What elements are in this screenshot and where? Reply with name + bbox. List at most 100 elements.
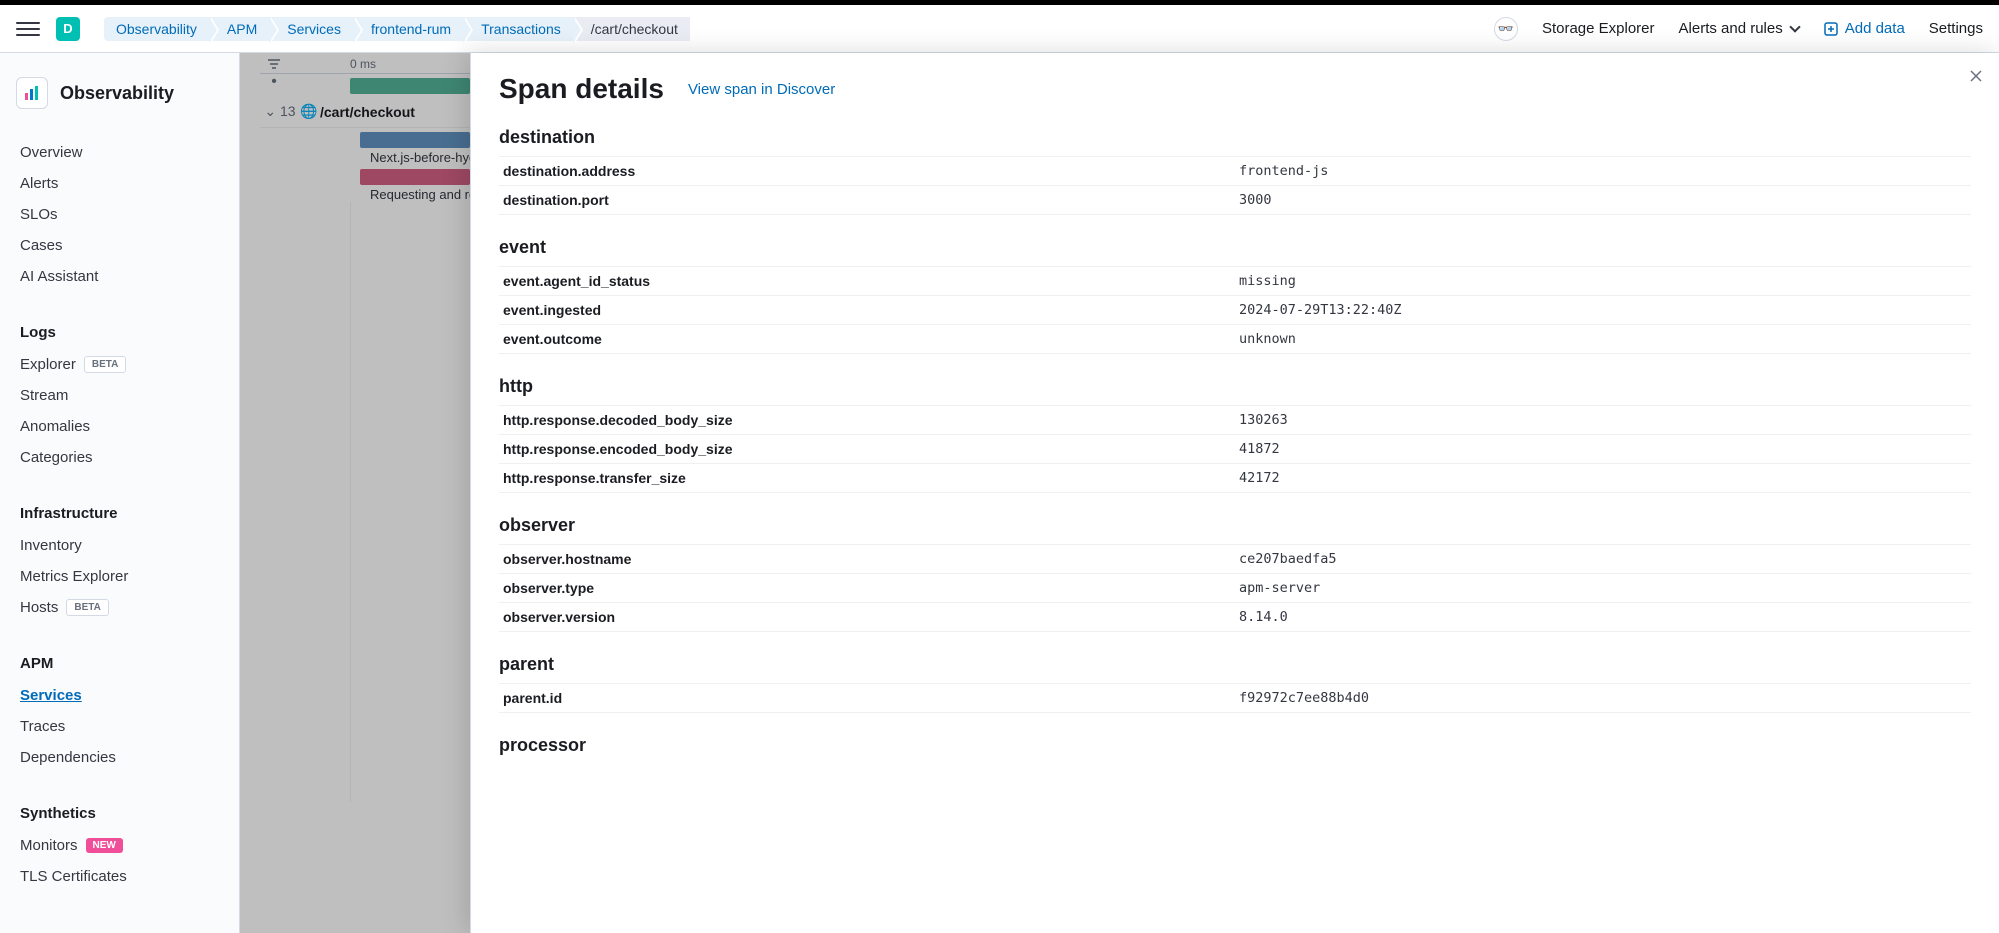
sidebar-item-ai-assistant[interactable]: AI Assistant [0, 261, 239, 292]
field-value: f92972c7ee88b4d0 [1235, 684, 1971, 713]
sidebar-item-slos[interactable]: SLOs [0, 199, 239, 230]
sidebar-item-services[interactable]: Services [0, 680, 239, 711]
section-heading: event [499, 237, 1971, 258]
sidebar-item-metrics-explorer[interactable]: Metrics Explorer [0, 561, 239, 592]
table-row: observer.typeapm-server [499, 574, 1971, 603]
field-key: observer.version [499, 603, 1235, 632]
beta-badge: BETA [84, 356, 126, 373]
sidebar-item-label: Explorer [20, 356, 76, 373]
breadcrumb-current: /cart/checkout [573, 17, 690, 41]
span-detail-sections: destination destination.addressfrontend-j… [499, 127, 1971, 756]
field-key: observer.hostname [499, 545, 1235, 574]
table-row: event.agent_id_statusmissing [499, 267, 1971, 296]
sidebar-item-stream[interactable]: Stream [0, 380, 239, 411]
nav-heading-infra: Infrastructure [0, 497, 239, 530]
alerts-rules-label: Alerts and rules [1679, 20, 1783, 37]
chevron-down-icon [1789, 21, 1800, 32]
kv-table: observer.hostnamece207baedfa5observer.ty… [499, 544, 1971, 632]
field-key: event.ingested [499, 296, 1235, 325]
nav-heading-apm: APM [0, 647, 239, 680]
table-row: http.response.decoded_body_size130263 [499, 406, 1971, 435]
sidebar-item-overview[interactable]: Overview [0, 137, 239, 168]
sidebar-item-anomalies[interactable]: Anomalies [0, 411, 239, 442]
nav-group-synthetics: Synthetics MonitorsNEW TLS Certificates [0, 789, 239, 908]
breadcrumb-transactions[interactable]: Transactions [463, 17, 573, 41]
sidebar-item-tls-certificates[interactable]: TLS Certificates [0, 861, 239, 892]
beta-badge: BETA [66, 599, 108, 616]
header: D Observability APM Services frontend-ru… [0, 5, 1999, 53]
breadcrumb-services[interactable]: Services [269, 17, 353, 41]
breadcrumb-frontend-rum[interactable]: frontend-rum [353, 17, 463, 41]
nav-group-apm: APM Services Traces Dependencies [0, 639, 239, 789]
nav-group-logs: Logs Explorer BETA Stream Anomalies Categ… [0, 308, 239, 489]
field-value: missing [1235, 267, 1971, 296]
add-data-link[interactable]: Add data [1823, 20, 1905, 37]
field-value: apm-server [1235, 574, 1971, 603]
view-in-discover-link[interactable]: View span in Discover [688, 81, 835, 98]
field-key: parent.id [499, 684, 1235, 713]
sidebar-item-cases[interactable]: Cases [0, 230, 239, 261]
breadcrumb-observability[interactable]: Observability [104, 17, 209, 41]
kv-table: parent.idf92972c7ee88b4d0 [499, 683, 1971, 713]
field-value: 42172 [1235, 464, 1971, 493]
table-row: http.response.transfer_size42172 [499, 464, 1971, 493]
kv-table: destination.addressfrontend-jsdestinatio… [499, 156, 1971, 215]
table-row: event.outcomeunknown [499, 325, 1971, 354]
sidebar: Observability Overview Alerts SLOs Cases… [0, 53, 240, 933]
sidebar-item-alerts[interactable]: Alerts [0, 168, 239, 199]
table-row: http.response.encoded_body_size41872 [499, 435, 1971, 464]
table-row: event.ingested2024-07-29T13:22:40Z [499, 296, 1971, 325]
settings-link[interactable]: Settings [1929, 20, 1983, 37]
field-value: 130263 [1235, 406, 1971, 435]
sidebar-item-inventory[interactable]: Inventory [0, 530, 239, 561]
sidebar-item-label: Monitors [20, 837, 78, 854]
header-actions: 👓 Storage Explorer Alerts and rules Add … [1494, 17, 1983, 41]
field-value: unknown [1235, 325, 1971, 354]
sidebar-item-dependencies[interactable]: Dependencies [0, 742, 239, 773]
field-value: 8.14.0 [1235, 603, 1971, 632]
sidebar-item-traces[interactable]: Traces [0, 711, 239, 742]
breadcrumb: Observability APM Services frontend-rum … [104, 17, 1494, 41]
nav-group-main: Overview Alerts SLOs Cases AI Assistant [0, 129, 239, 308]
alerts-rules-dropdown[interactable]: Alerts and rules [1679, 20, 1799, 37]
glasses-icon[interactable]: 👓 [1494, 17, 1518, 41]
section-heading: parent [499, 654, 1971, 675]
field-key: destination.port [499, 186, 1235, 215]
sidebar-item-categories[interactable]: Categories [0, 442, 239, 473]
field-value: frontend-js [1235, 157, 1971, 186]
observability-icon [16, 77, 48, 109]
field-key: http.response.encoded_body_size [499, 435, 1235, 464]
field-value: 3000 [1235, 186, 1971, 215]
storage-explorer-link[interactable]: Storage Explorer [1542, 20, 1655, 37]
add-data-label: Add data [1845, 20, 1905, 37]
nav-heading-logs: Logs [0, 316, 239, 349]
new-badge: NEW [86, 838, 123, 853]
kv-table: http.response.decoded_body_size130263htt… [499, 405, 1971, 493]
table-row: destination.port3000 [499, 186, 1971, 215]
menu-toggle-icon[interactable] [16, 17, 40, 41]
field-key: event.agent_id_status [499, 267, 1235, 296]
nav-group-infra: Infrastructure Inventory Metrics Explore… [0, 489, 239, 639]
flyout-title: Span details [499, 73, 664, 105]
close-button[interactable] [1969, 67, 1983, 88]
sidebar-item-hosts[interactable]: HostsBETA [0, 592, 239, 623]
sidebar-title: Observability [60, 83, 174, 104]
table-row: observer.hostnamece207baedfa5 [499, 545, 1971, 574]
field-value: 2024-07-29T13:22:40Z [1235, 296, 1971, 325]
sidebar-item-log-explorer[interactable]: Explorer BETA [0, 349, 239, 380]
span-details-flyout: Span details View span in Discover desti… [470, 53, 1999, 933]
table-row: observer.version8.14.0 [499, 603, 1971, 632]
field-key: event.outcome [499, 325, 1235, 354]
add-data-icon [1823, 21, 1839, 37]
field-value: ce207baedfa5 [1235, 545, 1971, 574]
field-key: http.response.transfer_size [499, 464, 1235, 493]
section-heading: destination [499, 127, 1971, 148]
sidebar-item-monitors[interactable]: Monitors NEW [0, 830, 239, 861]
section-heading: http [499, 376, 1971, 397]
space-avatar[interactable]: D [56, 17, 80, 41]
close-icon [1969, 69, 1983, 83]
section-heading: observer [499, 515, 1971, 536]
field-key: destination.address [499, 157, 1235, 186]
table-row: destination.addressfrontend-js [499, 157, 1971, 186]
table-row: parent.idf92972c7ee88b4d0 [499, 684, 1971, 713]
